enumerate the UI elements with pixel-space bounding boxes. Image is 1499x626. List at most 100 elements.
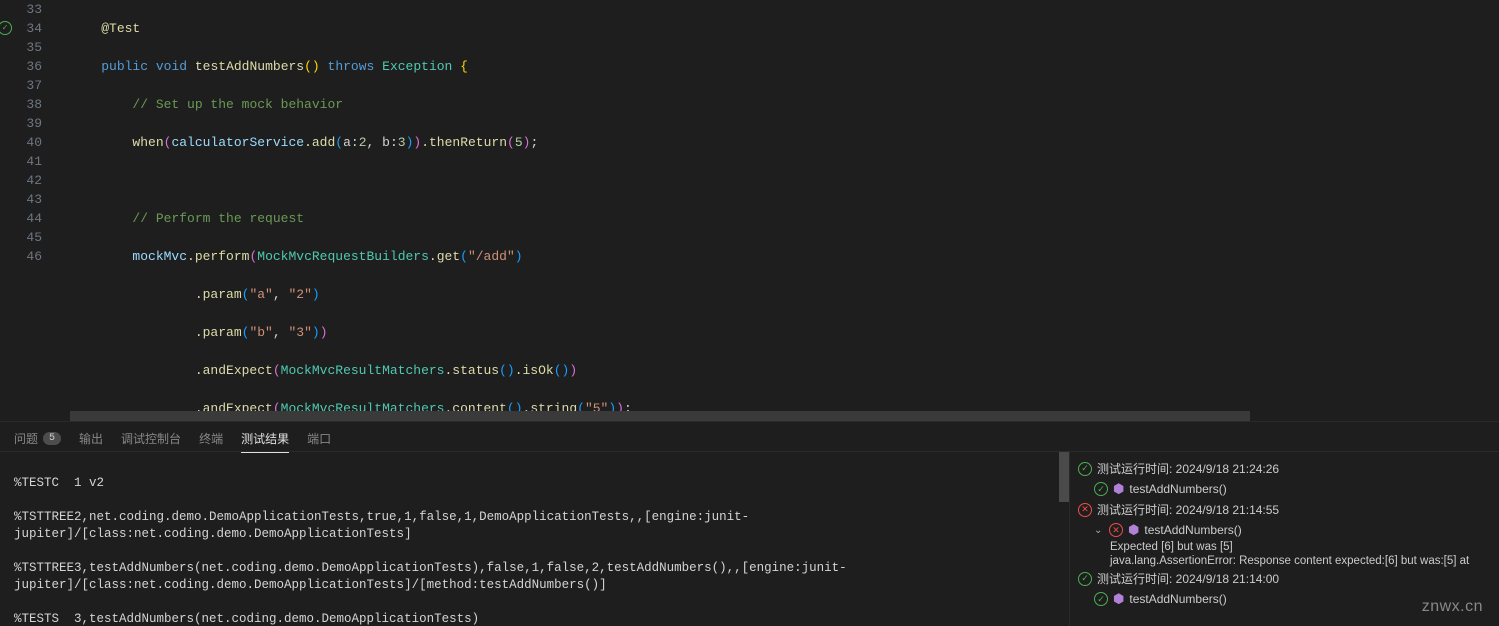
tab-label: 问题 xyxy=(14,430,38,447)
tab-label: 终端 xyxy=(199,430,223,447)
type: MockMvcRequestBuilders xyxy=(257,249,429,264)
scrollbar-thumb[interactable] xyxy=(70,411,1250,421)
line-number: 46 xyxy=(26,249,42,264)
number: 3 xyxy=(398,135,406,150)
type: Exception xyxy=(382,59,452,74)
fail-icon xyxy=(1109,523,1123,537)
tab-terminal[interactable]: 终端 xyxy=(199,425,223,452)
keyword: void xyxy=(156,59,187,74)
string: "2" xyxy=(288,287,311,302)
line-number: 38 xyxy=(26,97,42,112)
method-call: .param xyxy=(195,287,242,302)
cube-icon: ⬢ xyxy=(1113,591,1124,607)
type: MockMvcResultMatchers xyxy=(281,401,445,411)
test-output-console[interactable]: %TESTC 1 v2 %TSTTREE2,net.coding.demo.De… xyxy=(0,452,1069,626)
test-failure-message: Expected [6] but was [5] xyxy=(1070,540,1499,554)
chevron-down-icon[interactable]: ⌄ xyxy=(1094,525,1104,536)
fail-icon xyxy=(1078,503,1092,517)
test-case-label: testAddNumbers() xyxy=(1129,482,1226,496)
panel-tabs: 问题 5 输出 调试控制台 终端 测试结果 端口 xyxy=(0,422,1499,452)
tab-debug-console[interactable]: 调试控制台 xyxy=(121,425,181,452)
param-hint: b: xyxy=(382,135,398,150)
string: "3" xyxy=(288,325,311,340)
test-failure-stack: java.lang.AssertionError: Response conte… xyxy=(1070,554,1499,568)
tab-problems[interactable]: 问题 5 xyxy=(14,425,61,452)
line-number: 40 xyxy=(26,135,42,150)
comment: // Set up the mock behavior xyxy=(132,97,343,112)
cube-icon: ⬢ xyxy=(1113,481,1124,497)
tab-label: 端口 xyxy=(307,430,331,447)
method-call: .param xyxy=(195,325,242,340)
keyword: throws xyxy=(328,59,375,74)
test-run-row[interactable]: 测试运行时间: 2024/9/18 21:14:55 xyxy=(1070,499,1499,520)
tab-label: 测试结果 xyxy=(241,430,289,447)
line-number: 34 xyxy=(26,21,42,36)
type: MockMvcResultMatchers xyxy=(281,363,445,378)
method-call: .andExpect xyxy=(195,363,273,378)
cube-icon: ⬢ xyxy=(1128,522,1139,538)
method-call: .isOk xyxy=(515,363,554,378)
line-number: 42 xyxy=(26,173,42,188)
test-case-row[interactable]: ⬢ testAddNumbers() xyxy=(1070,479,1499,499)
output-line: %TSTTREE2,net.coding.demo.DemoApplicatio… xyxy=(14,509,1055,543)
code-editor[interactable]: 33 34 35 36 37 38 39 40 41 42 43 44 45 4… xyxy=(0,0,1499,411)
string: "5" xyxy=(585,401,608,411)
bottom-panel: 问题 5 输出 调试控制台 终端 测试结果 端口 %TESTC 1 v2 %TS… xyxy=(0,421,1499,626)
code-content[interactable]: @Test public void testAddNumbers() throw… xyxy=(60,0,1499,411)
string: "a" xyxy=(249,287,272,302)
line-number: 45 xyxy=(26,230,42,245)
output-line: %TESTC 1 v2 xyxy=(14,475,1055,492)
tab-output[interactable]: 输出 xyxy=(79,425,103,452)
comment: // Perform the request xyxy=(132,211,304,226)
line-number: 33 xyxy=(26,2,42,17)
output-line: %TESTS 3,testAddNumbers(net.coding.demo.… xyxy=(14,611,1055,626)
panel-body: %TESTC 1 v2 %TSTTREE2,net.coding.demo.De… xyxy=(0,452,1499,626)
test-run-label: 测试运行时间: 2024/9/18 21:24:26 xyxy=(1097,460,1279,477)
line-number: 35 xyxy=(26,40,42,55)
test-run-label: 测试运行时间: 2024/9/18 21:14:55 xyxy=(1097,501,1279,518)
line-number: 37 xyxy=(26,78,42,93)
test-run-row[interactable]: 测试运行时间: 2024/9/18 21:24:26 xyxy=(1070,458,1499,479)
tab-test-results[interactable]: 测试结果 xyxy=(241,425,289,453)
line-number-gutter: 33 34 35 36 37 38 39 40 41 42 43 44 45 4… xyxy=(0,0,60,411)
watermark: znwx.cn xyxy=(1422,598,1483,616)
keyword: public xyxy=(101,59,148,74)
string: "b" xyxy=(249,325,272,340)
method-call: .thenReturn xyxy=(421,135,507,150)
method-name: testAddNumbers xyxy=(195,59,304,74)
test-case-row[interactable]: ⌄ ⬢ testAddNumbers() xyxy=(1070,520,1499,540)
test-case-label: testAddNumbers() xyxy=(1144,523,1241,537)
output-scrollbar-thumb[interactable] xyxy=(1059,452,1069,502)
test-pass-gutter-icon[interactable] xyxy=(0,21,12,35)
method-call: .perform xyxy=(187,249,249,264)
pass-icon xyxy=(1078,462,1092,476)
test-case-label: testAddNumbers() xyxy=(1129,592,1226,606)
line-number: 43 xyxy=(26,192,42,207)
field: calculatorService xyxy=(171,135,304,150)
method-call: .get xyxy=(429,249,460,264)
method-call: when xyxy=(132,135,163,150)
method-call: .string xyxy=(523,401,578,411)
line-number: 41 xyxy=(26,154,42,169)
tab-label: 输出 xyxy=(79,430,103,447)
output-line: %TSTTREE3,testAddNumbers(net.coding.demo… xyxy=(14,560,1055,594)
number: 2 xyxy=(359,135,367,150)
line-number: 36 xyxy=(26,59,42,74)
string: "/add" xyxy=(468,249,515,264)
problems-badge: 5 xyxy=(43,432,61,445)
method-call: .status xyxy=(444,363,499,378)
method-call: .content xyxy=(444,401,506,411)
pass-icon xyxy=(1078,572,1092,586)
param-hint: a: xyxy=(343,135,359,150)
line-number: 44 xyxy=(26,211,42,226)
annotation: @Test xyxy=(101,21,140,36)
pass-icon xyxy=(1094,592,1108,606)
field: mockMvc xyxy=(132,249,187,264)
line-number: 39 xyxy=(26,116,42,131)
test-run-label: 测试运行时间: 2024/9/18 21:14:00 xyxy=(1097,570,1279,587)
test-run-row[interactable]: 测试运行时间: 2024/9/18 21:14:00 xyxy=(1070,568,1499,589)
pass-icon xyxy=(1094,482,1108,496)
horizontal-scrollbar[interactable] xyxy=(0,411,1499,421)
number: 5 xyxy=(515,135,523,150)
tab-ports[interactable]: 端口 xyxy=(307,425,331,452)
